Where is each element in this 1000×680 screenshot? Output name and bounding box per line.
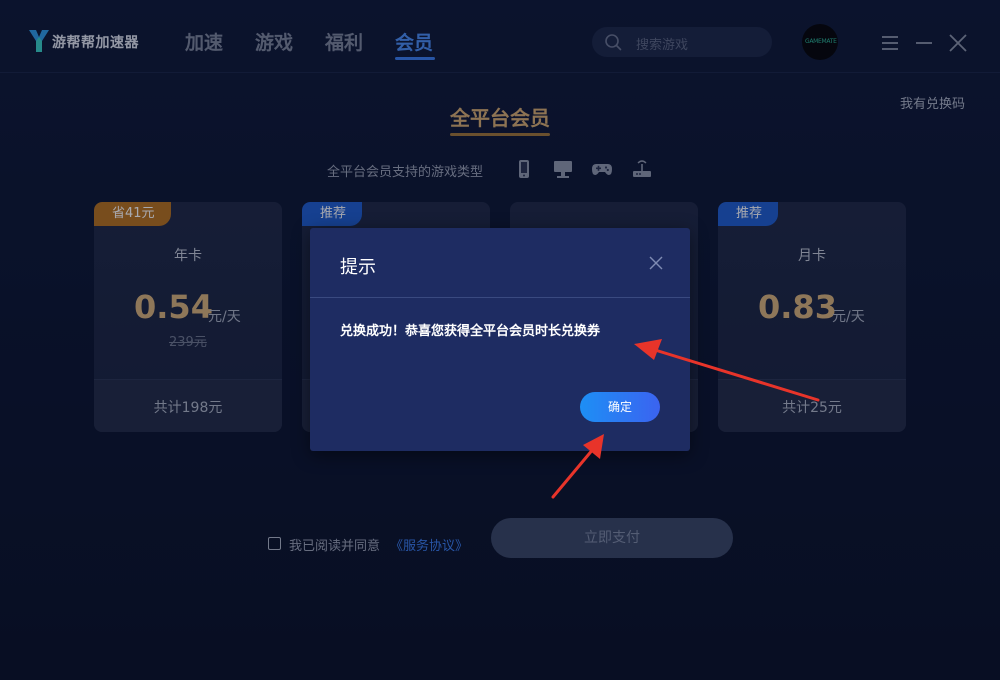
dialog-divider (310, 297, 690, 298)
dialog-close-icon[interactable] (649, 256, 663, 270)
notice-dialog: 提示 兑换成功！恭喜您获得全平台会员时长兑换券 确定 (310, 228, 690, 451)
dialog-title: 提示 (340, 257, 376, 278)
confirm-button[interactable]: 确定 (580, 392, 660, 422)
dialog-message: 兑换成功！恭喜您获得全平台会员时长兑换券 (340, 324, 601, 339)
